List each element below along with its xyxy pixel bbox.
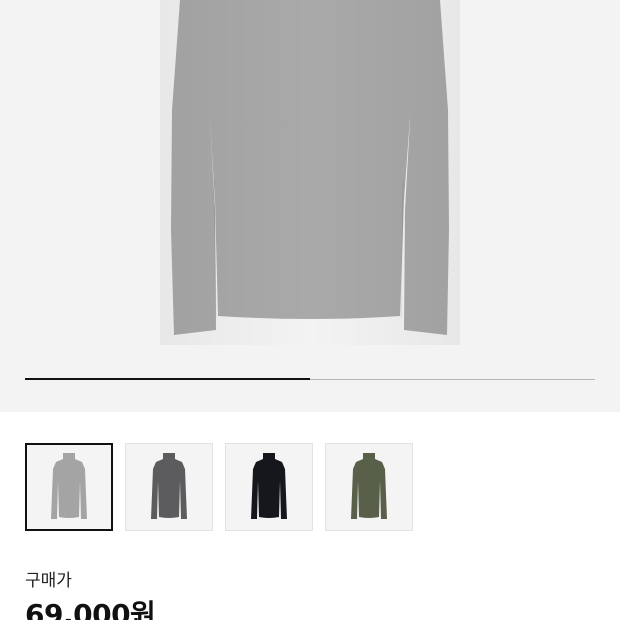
product-photo (160, 0, 460, 345)
color-option-thumbnail[interactable] (225, 443, 313, 531)
price-value: 69,000원 (25, 598, 156, 620)
price-label: 구매가 (25, 571, 72, 591)
carousel-progress-fill (25, 378, 310, 380)
turtleneck-icon (351, 453, 387, 519)
product-image-carousel[interactable] (0, 0, 620, 412)
turtleneck-icon (151, 453, 187, 519)
color-option-thumbnail[interactable] (325, 443, 413, 531)
color-option-thumbnail[interactable] (125, 443, 213, 531)
color-thumbnail-list (25, 443, 413, 531)
color-option-thumbnail[interactable] (25, 443, 113, 531)
turtleneck-icon (251, 453, 287, 519)
product-detail-page: 구매가 69,000원 (0, 0, 620, 620)
carousel-progress-bar (25, 378, 595, 380)
turtleneck-icon (51, 453, 87, 519)
